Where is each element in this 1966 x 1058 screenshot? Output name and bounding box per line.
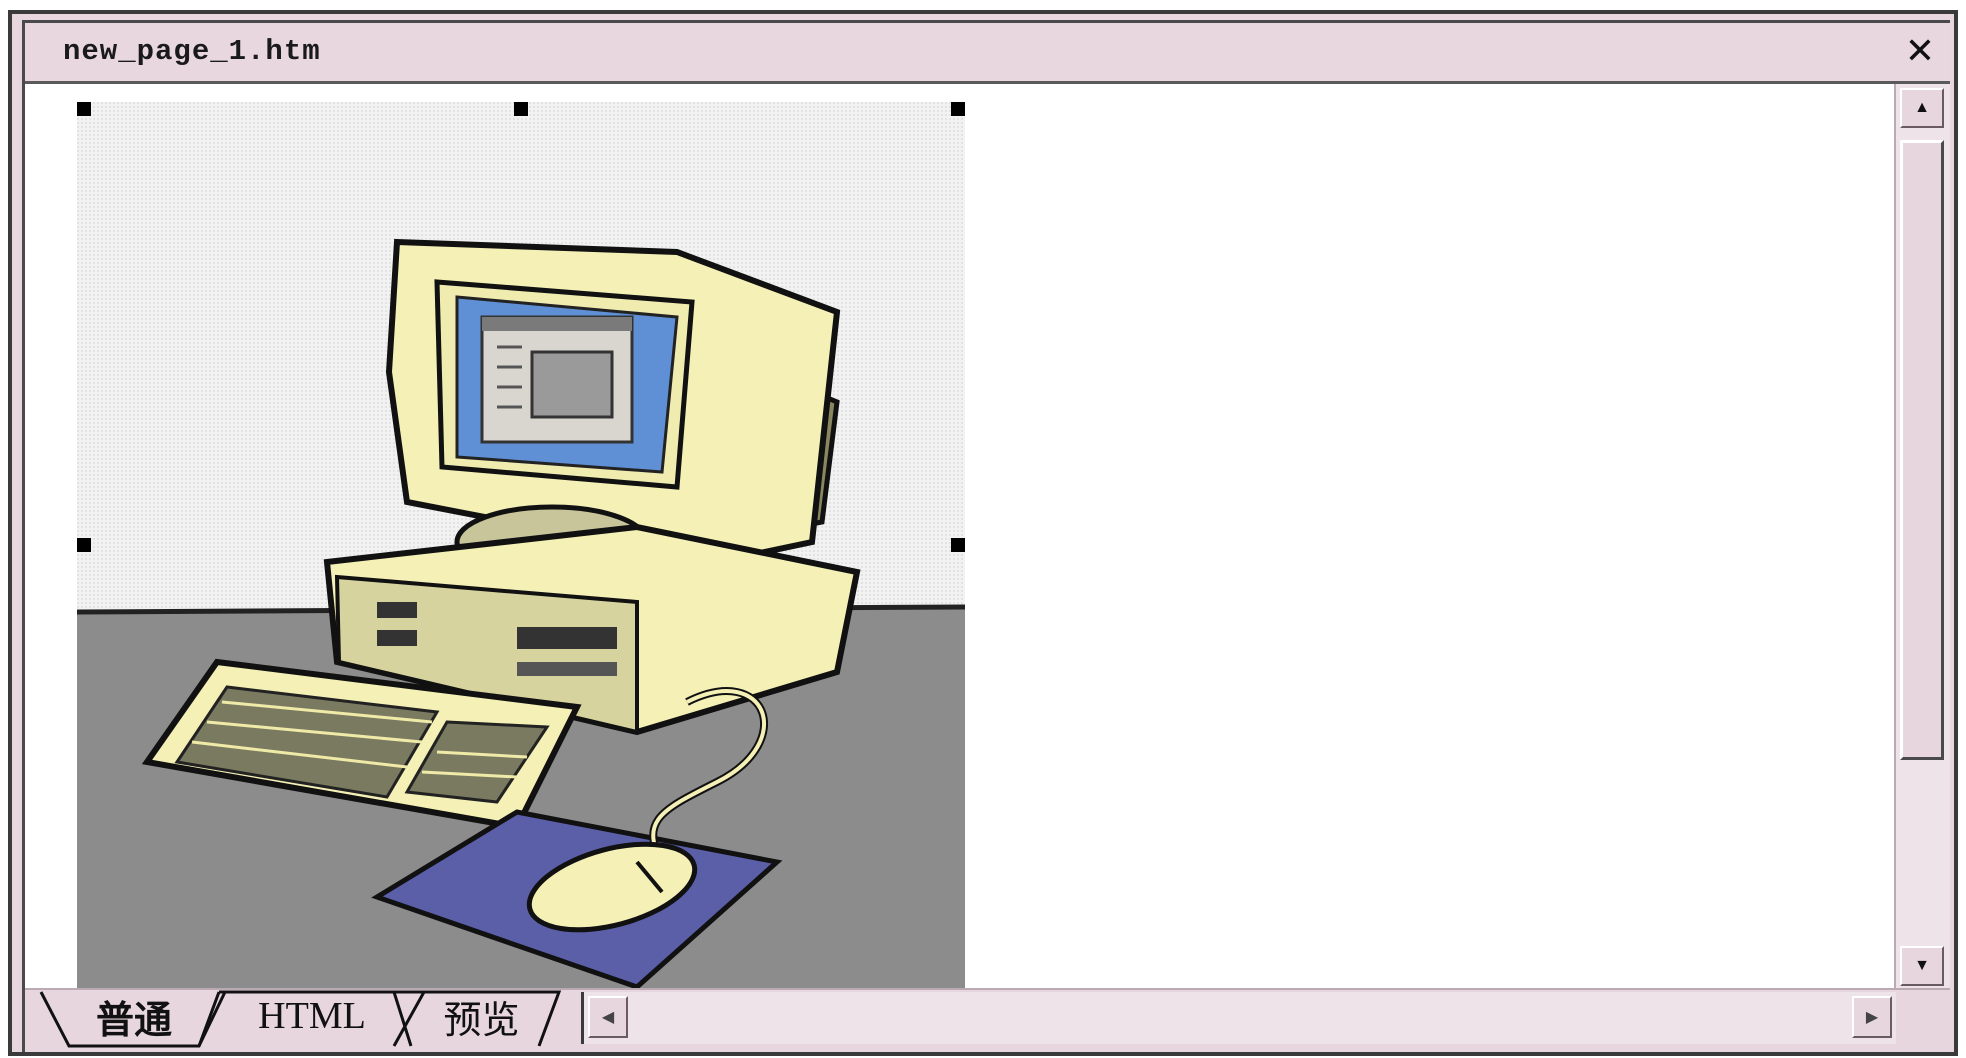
scroll-up-icon[interactable]: ▲ — [1900, 88, 1944, 128]
selected-image[interactable] — [77, 102, 965, 988]
vertical-scroll-thumb[interactable] — [1900, 140, 1944, 760]
tab-html-label: HTML — [258, 995, 366, 1037]
scroll-right-icon[interactable]: ▶ — [1852, 996, 1892, 1038]
tab-normal[interactable]: 普通 — [69, 990, 199, 1042]
resize-handle-top-center[interactable] — [514, 102, 528, 116]
close-icon[interactable]: ✕ — [1900, 31, 1940, 72]
editor-content-area[interactable] — [25, 84, 1896, 990]
document-frame: new_page_1.htm ✕ ▲ ▼ 普通 HTML 预览 ◀ ▶ — [22, 20, 1950, 1052]
scroll-left-icon[interactable]: ◀ — [588, 996, 628, 1038]
resize-handle-middle-left[interactable] — [77, 538, 91, 552]
document-titlebar: new_page_1.htm ✕ — [25, 23, 1950, 84]
view-tabs: 普通 HTML 预览 — [39, 990, 579, 1048]
scroll-down-icon[interactable]: ▼ — [1900, 946, 1944, 986]
scrollbar-corner — [1896, 990, 1950, 1052]
tab-normal-label: 普通 — [95, 997, 172, 1042]
document-title: new_page_1.htm — [63, 35, 321, 68]
tab-html[interactable]: HTML — [227, 990, 397, 1042]
computer-clipart-image — [77, 102, 965, 988]
vertical-scrollbar[interactable]: ▲ ▼ — [1894, 84, 1950, 990]
tab-preview[interactable]: 预览 — [419, 990, 544, 1042]
tab-preview-label: 预览 — [443, 997, 520, 1042]
resize-handle-top-right[interactable] — [951, 102, 965, 116]
horizontal-scrollbar[interactable]: ◀ ▶ — [581, 992, 1896, 1044]
resize-handle-middle-right[interactable] — [951, 538, 965, 552]
resize-handle-top-left[interactable] — [77, 102, 91, 116]
view-tabs-bar: 普通 HTML 预览 ◀ ▶ — [25, 988, 1950, 1052]
editor-window: new_page_1.htm ✕ ▲ ▼ 普通 HTML 预览 ◀ ▶ — [8, 10, 1958, 1056]
